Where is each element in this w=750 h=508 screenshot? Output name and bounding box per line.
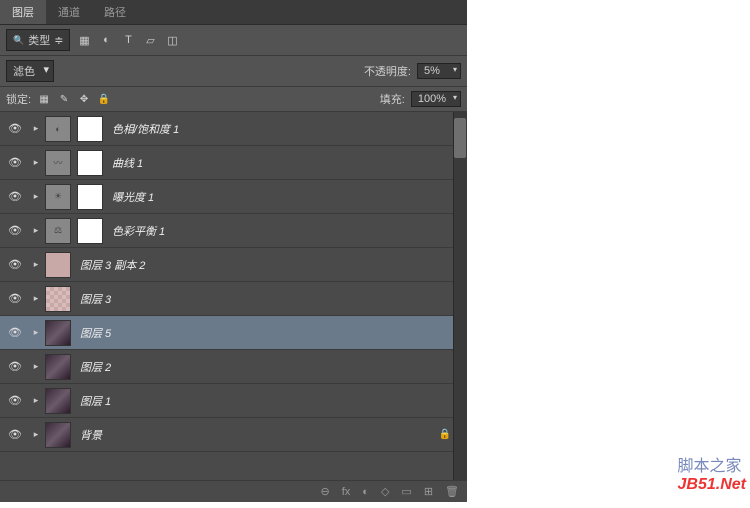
watermark: 脚本之家 JB51.Net: [678, 452, 746, 494]
annotation-text: 增强画面的朦胧感和氛围 后期思路:1.首先复制出新的图层，去色然后设置为滤色，不…: [0, 6, 712, 508]
watermark-en: JB51.Net: [678, 476, 746, 493]
watermark-cn: 脚本之家: [678, 452, 746, 476]
